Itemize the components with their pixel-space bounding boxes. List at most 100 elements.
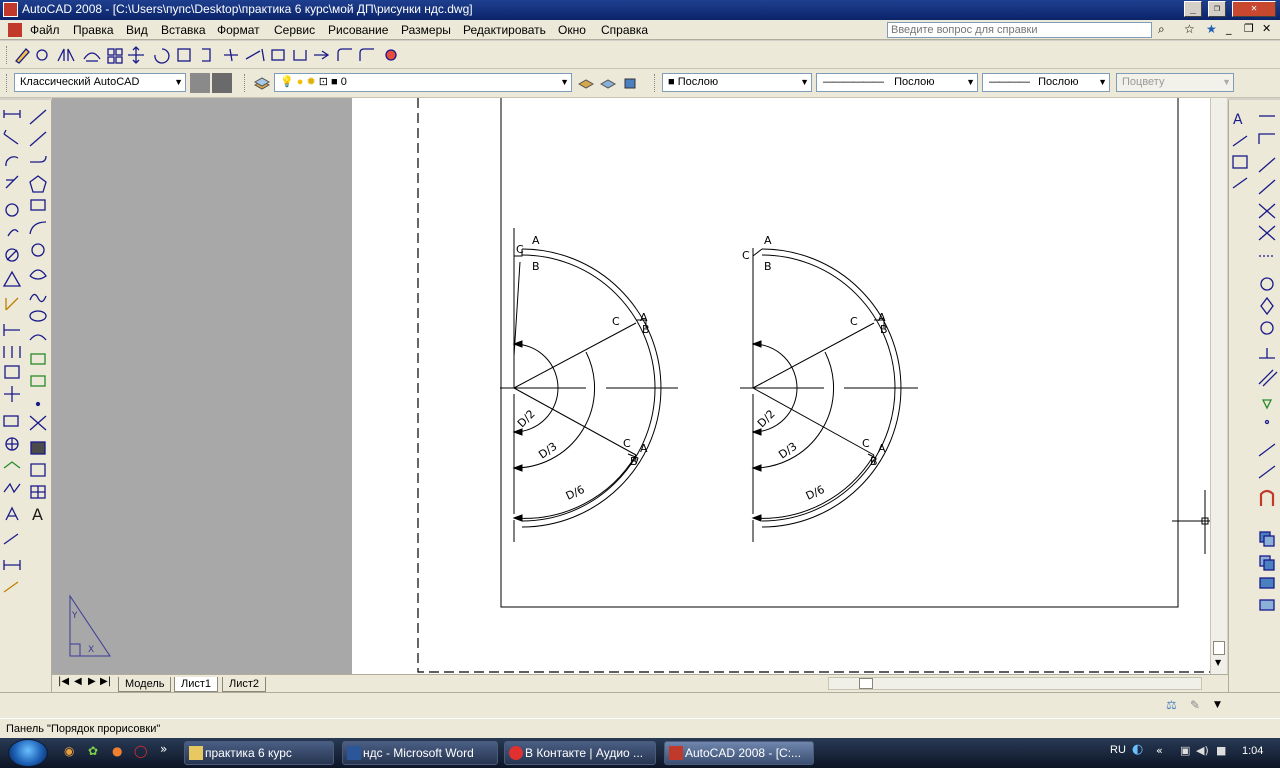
layout-background: X Y <box>52 98 352 674</box>
lineweight-select[interactable]: ———— Послою ▼ <box>982 73 1110 92</box>
layer-vp-thaw-icon: ✹ <box>306 76 316 88</box>
make-current-layer-icon[interactable] <box>576 73 596 93</box>
language-indicator[interactable]: RU <box>1110 744 1126 756</box>
layer-previous-icon[interactable] <box>598 73 618 93</box>
hscroll-thumb[interactable] <box>859 678 873 689</box>
linetype-select[interactable]: —————— Послою ▼ <box>816 73 978 92</box>
favorites-icon[interactable]: ★ <box>1206 22 1217 36</box>
menu-view[interactable]: Вид <box>126 23 148 37</box>
snap-from-icon <box>1258 133 1275 144</box>
volume-icon[interactable]: ◀) <box>1196 744 1209 757</box>
dimension-edit-icon <box>5 506 19 521</box>
horizontal-scrollbar[interactable] <box>828 677 1202 690</box>
tab-sheet1[interactable]: Лист1 <box>174 677 219 692</box>
toolbar-grip[interactable] <box>6 46 9 64</box>
color-select[interactable]: ■ Послою ▼ <box>662 73 812 92</box>
autocad-app-icon[interactable] <box>3 2 18 17</box>
label-c-top: C <box>516 243 524 256</box>
hatch-icon <box>29 415 47 431</box>
linear-dimension-icon <box>3 110 21 118</box>
jogged-icon <box>7 229 19 237</box>
tab-model[interactable]: Модель <box>118 677 172 692</box>
menu-tools[interactable]: Сервис <box>274 23 315 37</box>
doc-restore-button[interactable]: ❐ <box>1244 22 1254 35</box>
more-quicklaunch-icon[interactable]: » <box>160 742 167 756</box>
menu-insert[interactable]: Вставка <box>161 23 206 37</box>
my-workspace-icon[interactable] <box>212 73 232 93</box>
help-tray-icon[interactable]: ◐ <box>1132 742 1143 757</box>
firefox-icon[interactable]: ● <box>112 744 122 758</box>
modify-toolbar-row <box>0 41 1280 69</box>
dimension-arrows <box>751 340 762 522</box>
right-toolbar-icons: A <box>1232 112 1278 611</box>
printable-area-border <box>417 98 1210 673</box>
search-icon[interactable]: ⌕ <box>1158 22 1165 37</box>
doc-close-button[interactable]: ✕ <box>1262 22 1271 35</box>
scroll-thumb[interactable] <box>1213 641 1225 655</box>
scroll-down-icon[interactable]: ▼ <box>1215 658 1221 667</box>
document-icon[interactable] <box>8 23 22 37</box>
close-button[interactable]: ✕ <box>1232 1 1276 17</box>
menu-file[interactable]: Файл <box>30 23 60 37</box>
toolbar-grip[interactable] <box>244 74 247 92</box>
toolbar-grip[interactable] <box>6 74 9 92</box>
menu-dimensions[interactable]: Размеры <box>401 23 451 37</box>
status-menu-icon[interactable]: ▼ <box>1214 700 1221 710</box>
network-icon[interactable]: ▣ <box>1180 744 1190 757</box>
first-tab-icon[interactable]: |◀ <box>58 676 69 687</box>
annotation-scale-icon[interactable]: ⚖ <box>1166 698 1177 712</box>
menu-draw[interactable]: Рисование <box>328 23 388 37</box>
toolbar-grip[interactable] <box>654 74 657 92</box>
paper-sheet[interactable]: C A B C A B C A B D/2 D/3 D/6 C A B C A … <box>352 95 1210 674</box>
layer-value: 0 <box>340 76 347 88</box>
dim-label-d3: D/3 <box>776 440 799 462</box>
nearest-icon <box>1258 443 1276 457</box>
annotation-visibility-icon[interactable]: ✎ <box>1190 698 1200 712</box>
layer-lock-icon: ⊡ <box>318 76 328 88</box>
task-folder[interactable]: практика 6 курс <box>184 741 334 765</box>
layer-select[interactable]: 💡 ● ✹ ⊡ ■ 0 ▼ <box>274 73 572 92</box>
maximize-button[interactable]: ❐ <box>1208 1 1226 17</box>
ellipse-icon <box>29 310 47 322</box>
task-browser[interactable]: В Контакте | Аудио ... <box>504 741 656 765</box>
minimize-button[interactable]: _ <box>1184 1 1202 17</box>
dimension-style-icon <box>3 581 19 593</box>
start-button[interactable] <box>8 739 48 767</box>
layer-states-icon[interactable] <box>620 73 640 93</box>
svg-text:X: X <box>88 645 94 655</box>
workspace-select[interactable]: Классический AutoCAD ▼ <box>14 73 186 92</box>
prev-tab-icon[interactable]: ◀ <box>74 676 82 687</box>
help-search-input[interactable] <box>887 22 1152 38</box>
tray-arrow-icon[interactable]: « <box>1156 744 1163 757</box>
command-line[interactable]: ⚖ ✎ ▼ <box>0 692 1280 718</box>
quicklaunch-icon[interactable]: ◉ <box>64 744 74 758</box>
vertical-scrollbar[interactable]: ▼ <box>1210 98 1227 674</box>
task-autocad[interactable]: AutoCAD 2008 - [C:... <box>664 741 814 765</box>
clock[interactable]: 1:04 <box>1242 745 1263 757</box>
layer-properties-icon[interactable] <box>252 73 272 93</box>
tab-sheet2[interactable]: Лист2 <box>222 677 267 692</box>
workspace-settings-icon[interactable] <box>190 73 210 93</box>
menu-window[interactable]: Окно <box>558 23 586 37</box>
task-word[interactable]: ндс - Microsoft Word <box>342 741 498 765</box>
drawing-canvas[interactable]: C A B C A B C A B D/2 D/3 D/6 C A B C A … <box>352 95 1210 674</box>
quicklaunch-icon[interactable]: ✿ <box>88 744 98 758</box>
communication-center-icon[interactable]: ☆ <box>1184 22 1195 36</box>
midpoint-icon <box>1258 179 1276 195</box>
doc-minimize-button[interactable]: _ <box>1226 22 1232 35</box>
break-at-point-icon <box>271 49 285 61</box>
angular-dimension-icon <box>2 270 22 287</box>
center-snap-icon <box>1260 277 1274 291</box>
layout-tabs-bar: |◀ ◀ ▶ ▶| Модель Лист1 Лист2 <box>52 674 1228 692</box>
menu-edit[interactable]: Правка <box>73 23 114 37</box>
next-tab-icon[interactable]: ▶ <box>88 676 96 687</box>
last-tab-icon[interactable]: ▶| <box>100 676 111 687</box>
menu-help[interactable]: Справка <box>601 23 648 37</box>
menu-modify[interactable]: Редактировать <box>463 23 546 37</box>
spline-icon <box>29 293 47 303</box>
tray-app-icon[interactable]: ■ <box>1216 744 1226 757</box>
menu-format[interactable]: Формат <box>217 23 260 37</box>
label-b-top: B <box>764 260 772 273</box>
opera-icon[interactable]: ◯ <box>134 744 147 758</box>
plotstyle-value: Поцвету <box>1122 76 1165 88</box>
